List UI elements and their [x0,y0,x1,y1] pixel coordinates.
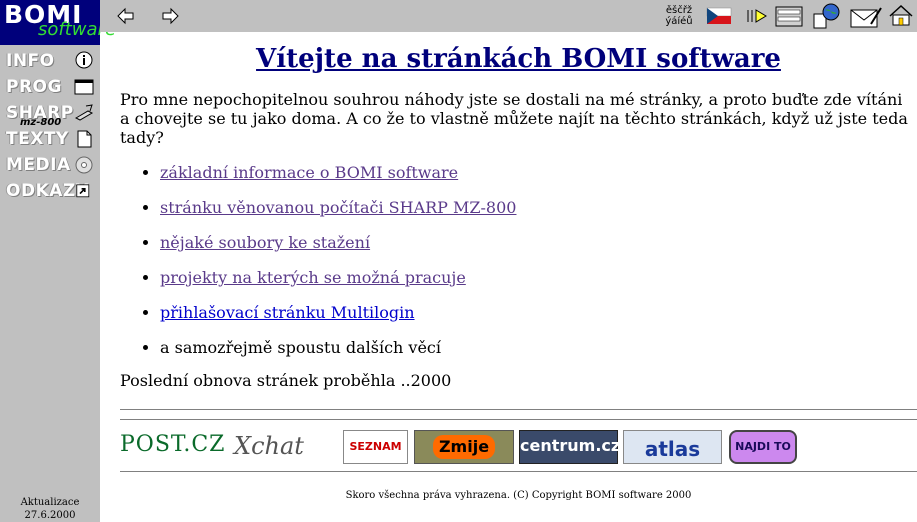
list-item: projekty na kterých se možná pracuje [160,268,917,287]
banner-najdito[interactable]: NAJDI TO [729,430,797,464]
banner-atlas-text: atlas [644,437,701,461]
last-update-text: Poslední obnova stránek proběhla ..2000 [120,371,452,390]
list-item: základní informace o BOMI software [160,163,917,182]
computer-icon [74,104,94,121]
encoding-top-text: ěščřž [665,5,693,16]
sidebar: BOMI software INFO PROG SHARP mz-800 TEX… [0,0,116,522]
sidebar-item-sharp[interactable]: SHARP mz-800 [0,100,100,128]
arrow-left-icon[interactable] [110,2,140,30]
banner-xchat[interactable]: Xchat [234,430,330,463]
banner-centrum-text: centrum.cz [520,436,621,455]
banner-post-text: POST.CZ [120,432,226,457]
sidebar-item-info[interactable]: INFO [0,48,100,74]
toolbar: ěščřž ýáíéů [100,0,917,32]
sidebar-item-media[interactable]: MEDIA [0,152,100,178]
banner-najdito-text: NAJDI TO [735,440,791,453]
divider [120,409,917,411]
list-item: a samozřejmě spoustu dalších věcí [160,338,917,357]
list-item: nějaké soubory ke stažení [160,233,917,252]
arrow-right-icon[interactable] [156,2,186,30]
banner-post[interactable]: POST.CZ [120,430,230,463]
list-item: stránku věnovanou počítači SHARP MZ-800 [160,198,917,217]
link-sharp[interactable]: stránku věnovanou počítači SHARP MZ-800 [160,198,516,217]
banner-xchat-text: Xchat [234,432,304,460]
sidebar-item-prog[interactable]: PROG [0,74,100,100]
intro-text: Pro mne nepochopitelnou souhrou náhody j… [120,90,908,147]
banner-seznam-text: SEZNAM [349,440,402,453]
frames-icon[interactable] [774,2,804,30]
document-icon [77,130,92,148]
sidebar-item-odkazy[interactable]: ODKAZY [0,178,100,204]
sidebar-item-texty[interactable]: TEXTY [0,126,100,152]
encoding-bottom-text: ýáíéů [665,16,693,27]
divider [120,419,917,421]
banner-zmije[interactable]: Zmije [414,430,514,464]
update-info: Aktualizace 27.6.2000 [0,496,100,522]
main-content: Vítejte na stránkách BOMI software Pro m… [120,32,917,501]
home-icon[interactable] [886,2,916,30]
link-info[interactable]: základní informace o BOMI software [160,163,458,182]
mail-icon[interactable] [849,2,883,30]
sidebar-item-label: TEXTY [6,129,69,149]
cd-icon [75,156,93,174]
banner-centrum[interactable]: centrum.cz [519,430,621,464]
banner-row: POST.CZ Xchat SEZNAM Zmije centrum.cz at… [120,430,917,466]
update-date: 27.6.2000 [24,510,76,521]
link-downloads[interactable]: nějaké soubory ke stažení [160,233,370,252]
info-icon [75,51,93,69]
link-multilogin[interactable]: přihlašovací stránku Multilogin [160,303,415,322]
sidebar-item-label: INFO [6,51,55,71]
divider [120,471,917,473]
banner-zmije-text: Zmije [432,435,496,459]
encoding-button[interactable]: ěščřž ýáíéů [663,2,695,30]
shortcut-icon [76,184,90,198]
page-title: Vítejte na stránkách BOMI software [256,44,781,74]
link-projects[interactable]: projekty na kterých se možná pracuje [160,268,466,287]
banner-seznam[interactable]: SEZNAM [343,430,408,464]
window-icon [74,79,94,95]
list-item: přihlašovací stránku Multilogin [160,303,917,322]
sidebar-item-label: PROG [6,77,62,97]
czech-flag-icon[interactable] [704,2,734,30]
copyright-text: Skoro všechna práva vyhrazena. (C) Copyr… [345,490,692,501]
content-list: základní informace o BOMI software strán… [120,163,917,357]
play-icon[interactable] [742,2,772,30]
bomi-logo[interactable]: BOMI software [0,0,116,45]
update-label: Aktualizace [20,497,80,508]
banner-atlas[interactable]: atlas [623,430,722,464]
globe-icon[interactable] [811,2,841,30]
sidebar-item-label: MEDIA [6,155,71,175]
